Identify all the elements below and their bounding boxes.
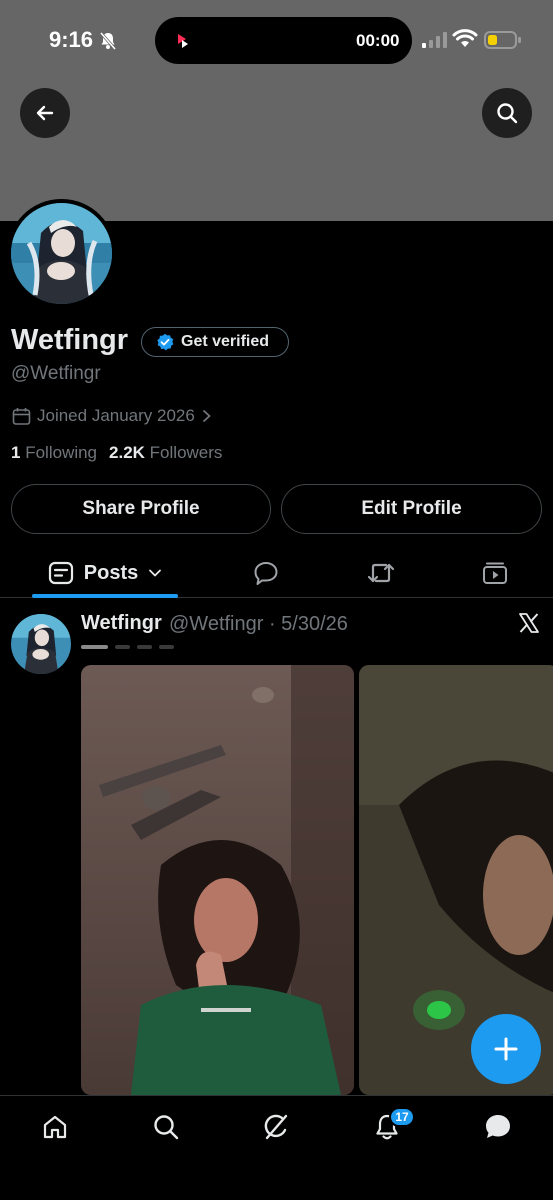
profile-handle: @Wetfingr bbox=[11, 363, 101, 384]
progress-segment bbox=[115, 645, 130, 649]
arrow-left-icon bbox=[36, 105, 54, 121]
progress-segment bbox=[137, 645, 152, 649]
compose-post-button[interactable] bbox=[471, 1014, 541, 1084]
plus-icon bbox=[494, 1037, 518, 1061]
wifi-icon bbox=[452, 29, 478, 47]
x-logo-icon[interactable] bbox=[518, 612, 540, 634]
avatar-image bbox=[11, 203, 112, 304]
progress-segment bbox=[81, 645, 108, 649]
verified-badge-icon bbox=[157, 333, 174, 351]
active-tab-indicator bbox=[32, 594, 178, 598]
posts-icon bbox=[48, 561, 73, 585]
messages-icon bbox=[486, 1115, 510, 1138]
status-time: 9:16 bbox=[49, 27, 94, 52]
nav-messages[interactable] bbox=[478, 1110, 518, 1144]
notification-badge: 17 bbox=[389, 1107, 415, 1127]
chevron-right-icon bbox=[202, 410, 211, 422]
nav-search[interactable] bbox=[146, 1110, 186, 1144]
media-icon bbox=[483, 562, 507, 584]
search-button[interactable] bbox=[482, 88, 532, 138]
tab-replies[interactable] bbox=[243, 548, 289, 598]
calendar-icon bbox=[12, 407, 31, 425]
battery-icon bbox=[484, 31, 521, 49]
search-icon bbox=[497, 103, 518, 124]
edit-profile-button[interactable]: Edit Profile bbox=[281, 484, 542, 534]
back-button[interactable] bbox=[20, 88, 70, 138]
bottom-navigation bbox=[0, 1095, 553, 1200]
nav-grok[interactable] bbox=[256, 1110, 296, 1144]
cellular-signal-icon bbox=[422, 32, 447, 48]
profile-display-name: Wetfingr bbox=[11, 324, 129, 356]
profile-tabs: Posts bbox=[0, 548, 553, 598]
followers-link[interactable]: 2.2K Followers bbox=[109, 443, 222, 463]
following-label: Following bbox=[25, 443, 98, 462]
post-media-image[interactable] bbox=[81, 665, 354, 1095]
nav-home[interactable] bbox=[35, 1110, 75, 1144]
profile-avatar[interactable] bbox=[7, 199, 116, 308]
tab-posts[interactable]: Posts bbox=[32, 548, 178, 598]
joined-date: Joined January 2026 bbox=[37, 406, 195, 425]
post-meta: @Wetfingr · 5/30/26 bbox=[169, 613, 348, 635]
progress-segment bbox=[159, 645, 174, 649]
grok-icon bbox=[264, 1114, 288, 1140]
get-verified-button[interactable]: Get verified bbox=[141, 327, 289, 357]
photo-image bbox=[81, 665, 354, 1095]
replies-icon bbox=[254, 562, 278, 585]
post-author-name[interactable]: Wetfingr bbox=[81, 612, 162, 635]
followers-label: Followers bbox=[149, 443, 223, 462]
island-timer: 00:00 bbox=[356, 31, 400, 50]
following-link[interactable]: 1 Following bbox=[11, 443, 97, 463]
avatar-image bbox=[11, 614, 71, 674]
followers-count: 2.2K bbox=[109, 443, 145, 462]
post-author-avatar[interactable] bbox=[11, 614, 71, 674]
following-count: 1 bbox=[11, 443, 21, 462]
get-verified-label: Get verified bbox=[181, 333, 270, 350]
bell-muted-icon bbox=[99, 32, 117, 50]
follow-stats: 1 Following 2.2K Followers bbox=[11, 443, 222, 463]
media-progress-indicator bbox=[81, 645, 174, 649]
tab-media[interactable] bbox=[472, 548, 518, 598]
search-icon bbox=[154, 1115, 179, 1140]
joined-date-row[interactable]: Joined January 2026 bbox=[12, 406, 213, 426]
share-profile-button[interactable]: Share Profile bbox=[11, 484, 271, 534]
repost-icon bbox=[367, 563, 395, 583]
tab-reposts[interactable] bbox=[358, 548, 404, 598]
home-icon bbox=[43, 1115, 67, 1139]
tab-posts-label: Posts bbox=[83, 561, 139, 584]
app-activity-icon bbox=[178, 34, 188, 48]
chevron-down-icon bbox=[149, 569, 162, 577]
